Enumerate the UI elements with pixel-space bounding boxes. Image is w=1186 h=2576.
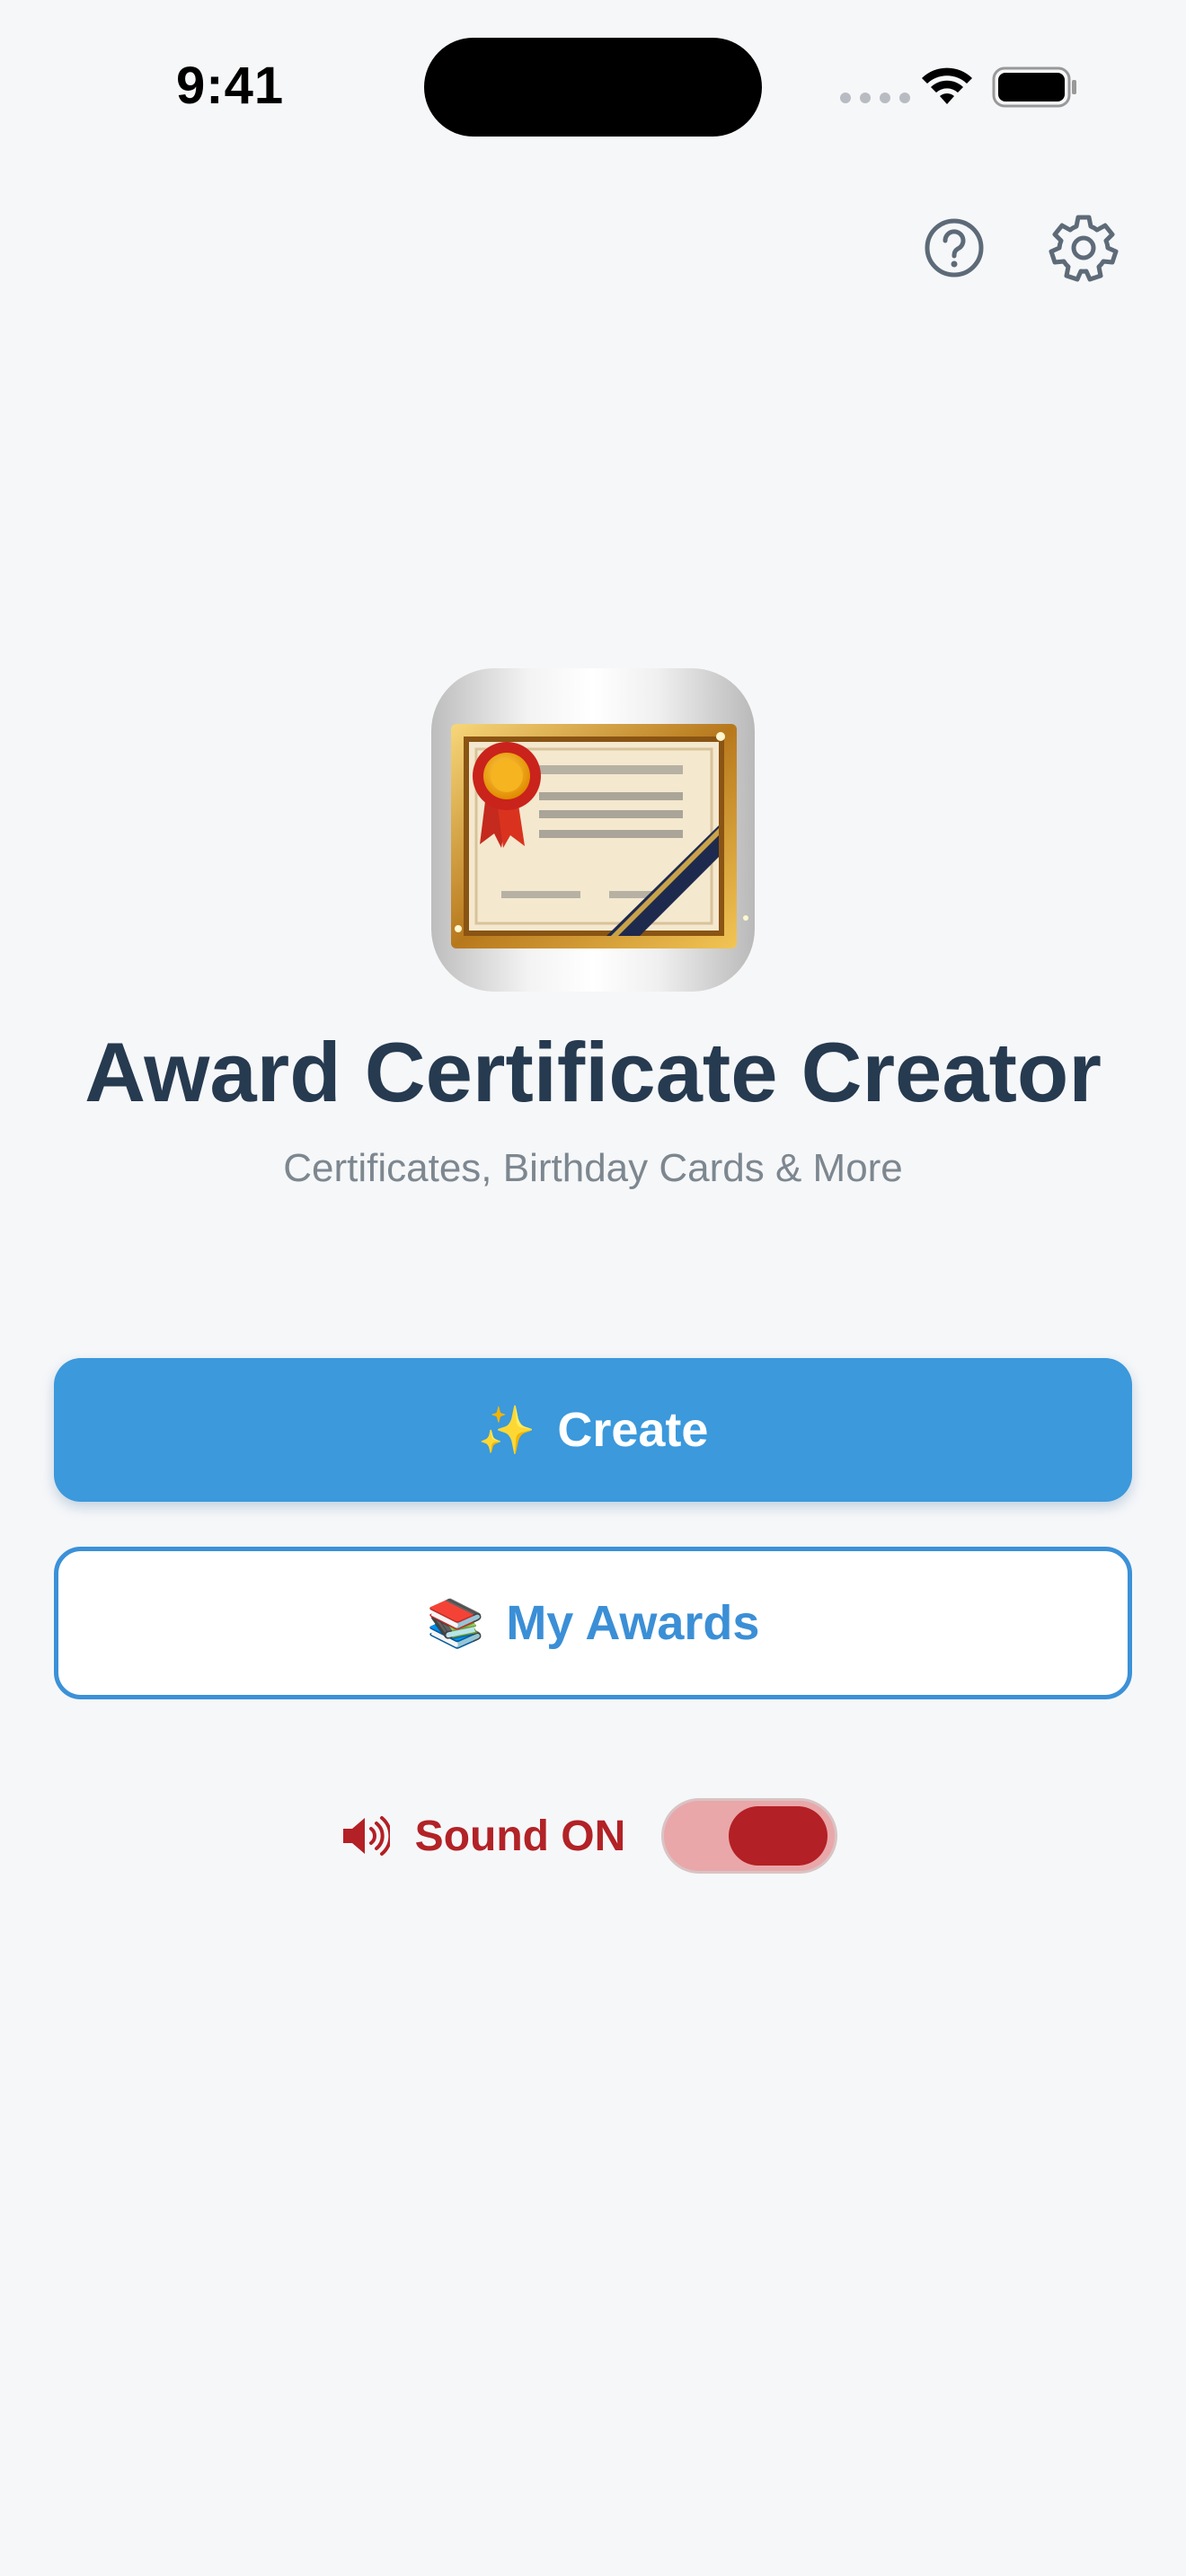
my-awards-button-label: My Awards bbox=[506, 1596, 760, 1650]
settings-icon[interactable] bbox=[1048, 212, 1120, 284]
cellular-signal-icon bbox=[840, 93, 910, 103]
status-time: 9:41 bbox=[176, 57, 285, 115]
sound-label: Sound ON bbox=[414, 1812, 626, 1860]
wifi-icon bbox=[922, 67, 972, 104]
books-icon: 📚 bbox=[426, 1596, 485, 1651]
app-title: Award Certificate Creator bbox=[84, 1025, 1102, 1119]
my-awards-button[interactable]: 📚 My Awards bbox=[54, 1547, 1132, 1699]
sound-toggle[interactable] bbox=[661, 1798, 838, 1874]
speaker-icon bbox=[342, 1816, 390, 1856]
sound-toggle-knob bbox=[729, 1806, 828, 1866]
certificate-icon bbox=[451, 724, 748, 948]
create-button-label: Create bbox=[557, 1403, 709, 1457]
battery-icon bbox=[992, 66, 1076, 108]
app-icon bbox=[431, 668, 755, 992]
create-button[interactable]: ✨ Create bbox=[54, 1358, 1132, 1502]
sound-toggle-row: Sound ON bbox=[0, 1798, 1186, 1874]
dynamic-island bbox=[424, 38, 762, 137]
help-icon[interactable] bbox=[918, 212, 990, 284]
app-subtitle: Certificates, Birthday Cards & More bbox=[283, 1146, 903, 1190]
home-screen: 9:41 Award Certificate Creator Certifica… bbox=[0, 0, 1186, 2576]
sparkles-icon: ✨ bbox=[477, 1403, 536, 1458]
